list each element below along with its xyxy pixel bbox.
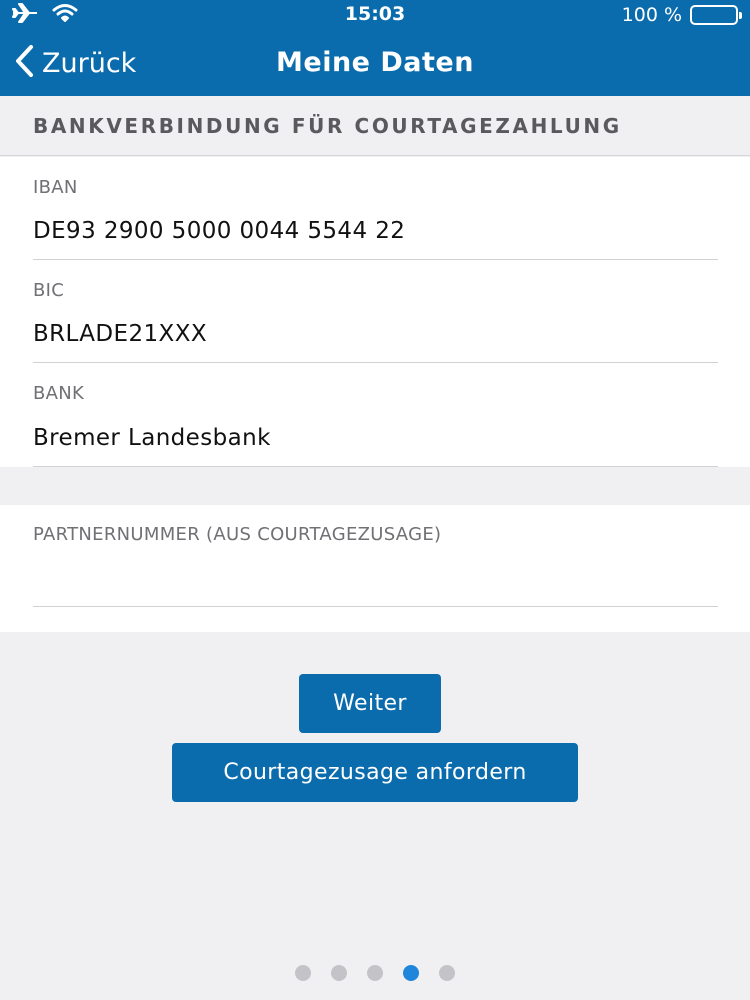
page-dot[interactable] <box>295 965 311 981</box>
navigation-bar: Zurück Meine Daten <box>0 30 750 96</box>
status-icons-right: 100 % <box>621 2 742 28</box>
partner-number-input[interactable] <box>33 553 718 603</box>
battery-percentage: 100 % <box>621 4 682 26</box>
bic-field[interactable]: BIC BRLADE21XXX <box>33 260 718 363</box>
request-commitment-button[interactable]: Courtagezusage anfordern <box>172 743 578 802</box>
next-button[interactable]: Weiter <box>299 674 441 733</box>
iban-value[interactable]: DE93 2900 5000 0044 5544 22 <box>33 218 405 244</box>
screen: 15:03 100 % Zurück Meine Daten BANKVERBI… <box>0 0 750 1000</box>
page-dot-active[interactable] <box>403 965 419 981</box>
bic-label: BIC <box>33 280 65 301</box>
partner-number-field[interactable]: PARTNERNUMMER (AUS COURTAGEZUSAGE) <box>33 505 718 607</box>
iban-label: IBAN <box>33 177 78 198</box>
iban-field[interactable]: IBAN DE93 2900 5000 0044 5544 22 <box>33 157 718 260</box>
bic-value[interactable]: BRLADE21XXX <box>33 321 207 347</box>
bank-label: BANK <box>33 383 85 404</box>
battery-icon <box>690 5 742 25</box>
page-dot[interactable] <box>331 965 347 981</box>
page-dot[interactable] <box>367 965 383 981</box>
bank-value[interactable]: Bremer Landesbank <box>33 425 271 451</box>
page-dot[interactable] <box>439 965 455 981</box>
section-header: BANKVERBINDUNG FÜR COURTAGEZAHLUNG <box>0 96 750 156</box>
bank-field[interactable]: BANK Bremer Landesbank <box>33 363 718 467</box>
partner-number-group: PARTNERNUMMER (AUS COURTAGEZUSAGE) <box>0 505 750 632</box>
bank-details-group: IBAN DE93 2900 5000 0044 5544 22 BIC BRL… <box>0 157 750 467</box>
status-bar: 15:03 100 % <box>0 0 750 30</box>
partner-number-label: PARTNERNUMMER (AUS COURTAGEZUSAGE) <box>33 524 442 545</box>
page-title: Meine Daten <box>276 47 474 78</box>
page-indicator[interactable] <box>0 965 750 981</box>
section-header-label: BANKVERBINDUNG FÜR COURTAGEZAHLUNG <box>33 114 622 138</box>
